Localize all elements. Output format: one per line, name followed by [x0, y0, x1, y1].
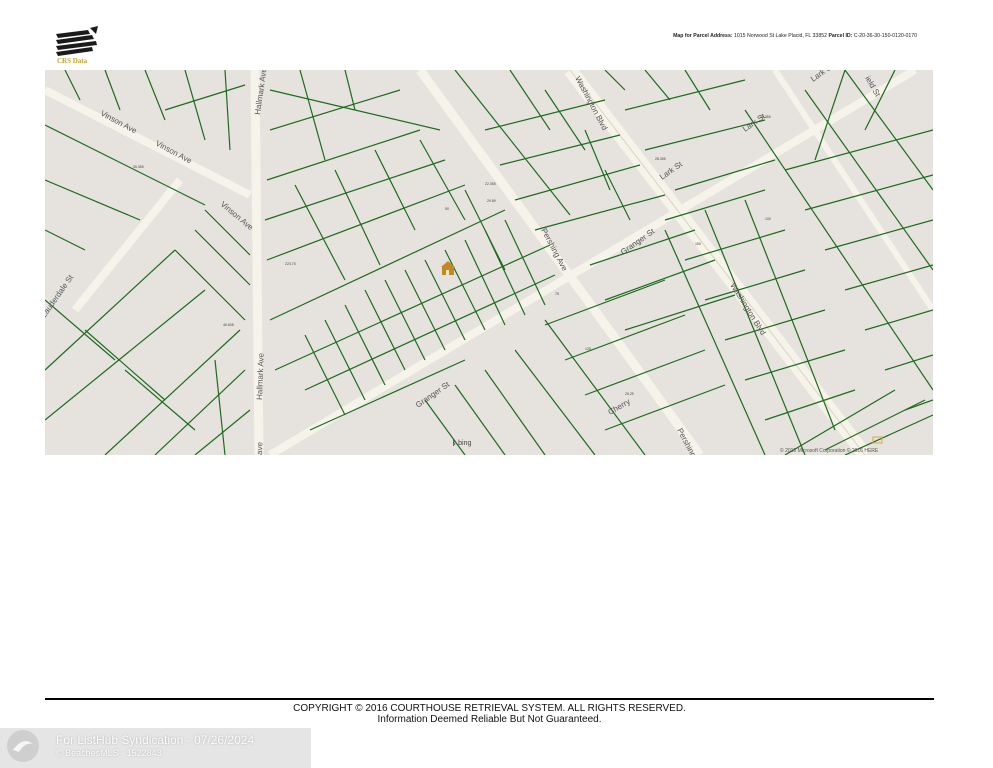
- lot-number: 75: [555, 292, 559, 296]
- street-label-lauderdale: Lauderdale St: [45, 273, 76, 320]
- logo-text: CRS Data: [57, 57, 88, 65]
- parcel-value: C-20-36-30-150-0120-0170: [853, 33, 917, 39]
- street-label-lark-1: Lark St: [658, 159, 685, 181]
- watermark-line-2: © BeachesMLS - 1522843: [56, 748, 162, 758]
- lot-number: 26.355: [760, 115, 771, 119]
- map-copyright: © 2016 Microsoft Corporation © 2016 HERE: [780, 448, 879, 454]
- road-vinson-ave: [45, 86, 252, 199]
- parcel-info: Map for Parcel Address: 1015 Norwood St …: [673, 33, 917, 39]
- parcel-map[interactable]: Vinson Ave Vinson Ave Vinson Ave Hallmar…: [45, 70, 933, 455]
- lot-number: 35.355: [133, 165, 144, 169]
- street-label-pershing-1: Pershing Ave: [539, 227, 569, 273]
- map-canvas: Vinson Ave Vinson Ave Vinson Ave Hallmar…: [45, 70, 933, 455]
- parcel-lines: [45, 70, 933, 455]
- lot-number: 223.75: [285, 262, 296, 266]
- lot-number: 125: [585, 347, 591, 351]
- address-label: Map for Parcel Address:: [673, 33, 733, 39]
- bing-logo: ᛒ bing: [452, 440, 471, 447]
- house-marker-icon[interactable]: [441, 261, 455, 275]
- street-label-vinson-3: Vinson Ave: [219, 200, 256, 233]
- watermark-logo-icon: [7, 730, 39, 762]
- lot-number: 50: [445, 207, 449, 211]
- copyright-line-1: COPYRIGHT © 2016 COURTHOUSE RETRIEVAL SY…: [293, 703, 686, 714]
- lot-number: 22.355: [485, 182, 496, 186]
- street-label-cherry: Cherry: [607, 397, 632, 417]
- footer-divider: [45, 698, 934, 700]
- street-label-lark-3: Lark St: [809, 70, 836, 84]
- lot-number: 28.355: [655, 157, 666, 161]
- lot-number: 100: [765, 217, 771, 221]
- lot-number: 25.25: [625, 392, 634, 396]
- copyright-line-2: Information Deemed Reliable But Not Guar…: [377, 714, 602, 725]
- footer-copyright: COPYRIGHT © 2016 COURTHOUSE RETRIEVAL SY…: [45, 703, 934, 725]
- street-label-granger-1: Granger St: [414, 379, 452, 409]
- parcel-label: Parcel ID:: [828, 33, 853, 39]
- bing-icon: ᛒ: [452, 440, 457, 447]
- lot-number: 29.89: [487, 199, 496, 203]
- address-value: 1015 Norwood St Lake Placid, FL 33852: [734, 33, 827, 39]
- bing-label: bing: [458, 440, 472, 447]
- street-label-hallmark-3: ave: [255, 441, 264, 455]
- lot-number: 150: [695, 242, 701, 246]
- watermark-line-1: For ListHub Syndication - 07/26/2024: [56, 733, 255, 747]
- lot-number: 46.608: [223, 323, 234, 327]
- street-label-hallmark-2: Hallmark Ave: [255, 352, 266, 400]
